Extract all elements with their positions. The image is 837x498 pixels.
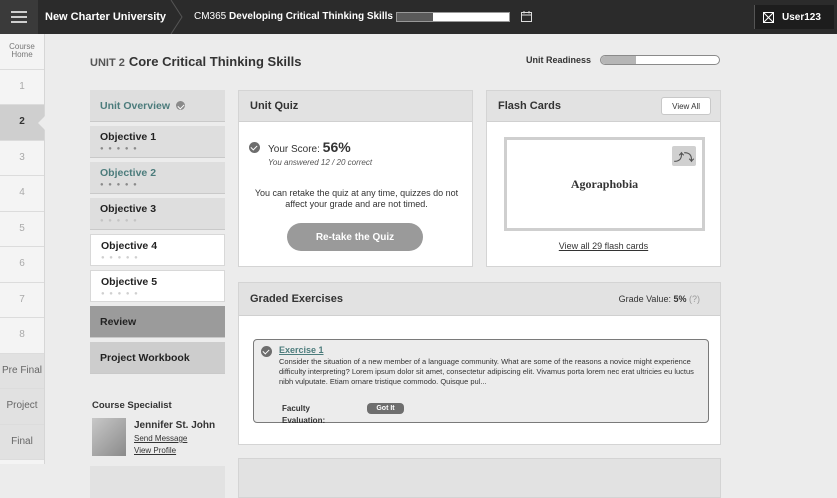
nav-item-6[interactable]: 6 (0, 247, 44, 283)
unit-navigation: Course Home 1 2 3 4 5 6 7 8 Pre Final Project Final (0, 34, 45, 464)
flash-cards-panel: Flash Cards View All Agoraphobia ⤴⤵ View… (486, 90, 721, 267)
retake-quiz-button[interactable]: Re-take the Quiz (287, 223, 423, 251)
objective-item-1[interactable]: Objective 1 ● ● ● ● ● (90, 126, 225, 158)
objective-item-3[interactable]: Objective 3 ● ● ● ● ● (90, 198, 225, 230)
user-icon (763, 11, 774, 23)
objective-item-2[interactable]: Objective 2 ● ● ● ● ● (90, 162, 225, 194)
view-all-flash-cards-link[interactable]: View all 29 flash cards (487, 241, 720, 251)
flash-card[interactable]: Agoraphobia ⤴⤵ (504, 137, 705, 231)
breadcrumb-separator-icon (170, 0, 183, 34)
university-name[interactable]: New Charter University (45, 11, 166, 23)
objective-label: Objective 5 (101, 276, 158, 288)
objective-label: Objective 3 (100, 203, 157, 215)
nav-item-final[interactable]: Final (0, 424, 44, 460)
nav-item-2[interactable]: 2 (0, 105, 45, 141)
nav-item-7[interactable]: 7 (0, 283, 44, 318)
unit-overview-label: Unit Overview (100, 99, 171, 112)
view-profile-link[interactable]: View Profile (134, 446, 176, 455)
nav-item-pre-final[interactable]: Pre Final (0, 353, 44, 389)
course-code: CM365 (194, 11, 227, 22)
project-workbook-label: Project Workbook (100, 351, 190, 364)
course-name: Developing Critical Thinking Skills (229, 11, 393, 22)
nav-item-course-home[interactable]: Course Home (0, 34, 44, 70)
objective-label: Objective 1 (100, 131, 157, 143)
menu-icon[interactable] (0, 0, 38, 34)
calendar-icon[interactable] (521, 11, 532, 22)
grade-value-label: Grade Value: (618, 294, 671, 304)
objective-progress-dots: ● ● ● ● ● (100, 146, 139, 152)
got-it-button[interactable]: Got It (367, 403, 404, 414)
check-icon (249, 142, 260, 153)
objective-progress-dots: ● ● ● ● ● (101, 255, 140, 261)
unit-label: UNIT 2 (90, 57, 125, 69)
send-message-link[interactable]: Send Message (134, 434, 187, 443)
objective-label: Objective 2 (100, 167, 157, 179)
unit-overview-item[interactable]: Unit Overview (90, 90, 225, 122)
nav-item-4[interactable]: 4 (0, 176, 44, 212)
unit-quiz-panel: Unit Quiz Your Score: 56% You answered 1… (238, 90, 473, 267)
check-icon (261, 346, 272, 357)
unit-quiz-title: Unit Quiz (239, 91, 472, 122)
answered-count: You answered 12 / 20 correct (268, 158, 373, 167)
score-row: Your Score: 56% You answered 12 / 20 cor… (249, 139, 372, 167)
flip-card-icon[interactable]: ⤴⤵ (672, 146, 696, 166)
nav-item-project[interactable]: Project (0, 389, 44, 425)
course-title[interactable]: CM365 Developing Critical Thinking Skill… (194, 11, 393, 22)
score-label: Your Score: (268, 144, 320, 155)
nav-item-8[interactable]: 8 (0, 318, 44, 354)
course-progress-bar (396, 12, 510, 22)
view-all-button[interactable]: View All (661, 97, 711, 115)
evaluation-label: Evaluation: (282, 416, 326, 425)
objective-progress-dots: ● ● ● ● ● (100, 218, 139, 224)
objective-progress-dots: ● ● ● ● ● (100, 182, 139, 188)
nav-item-5[interactable]: 5 (0, 212, 44, 247)
unit-readiness-fill (601, 56, 637, 64)
grade-value: Grade Value: 5% (?) (619, 294, 700, 304)
review-label: Review (100, 315, 137, 328)
unit-readiness-bar (600, 55, 720, 65)
exercise-text: Consider the situation of a new member o… (279, 357, 694, 386)
unit-readiness-label: Unit Readiness (526, 55, 592, 65)
course-specialist-title: Course Specialist (92, 400, 172, 411)
grade-value-number: 5% (673, 294, 687, 304)
project-workbook-item[interactable]: Project Workbook (90, 342, 225, 374)
nav-item-1[interactable]: 1 (0, 70, 44, 105)
objective-item-5[interactable]: Objective 5 ● ● ● ● ● (90, 270, 225, 302)
next-panel-partial (238, 458, 721, 498)
avatar (92, 418, 126, 456)
graded-exercises-panel: Graded Exercises Grade Value: 5% (?) Exe… (238, 282, 721, 445)
faculty-label: Faculty (282, 404, 311, 413)
page-title: UNIT 2 Core Critical Thinking Skills (90, 54, 302, 69)
user-menu[interactable]: User123 (754, 5, 834, 29)
review-item[interactable]: Review (90, 306, 225, 338)
check-icon (176, 101, 186, 110)
objective-item-4[interactable]: Objective 4 ● ● ● ● ● (90, 234, 225, 266)
flash-card-word: Agoraphobia (570, 176, 639, 191)
specialist-panel-partial (90, 466, 225, 498)
username: User123 (782, 11, 821, 23)
objective-progress-dots: ● ● ● ● ● (101, 291, 140, 297)
exercise-card: Exercise 1 Consider the situation of a n… (253, 339, 709, 425)
unit-title: Core Critical Thinking Skills (128, 54, 302, 69)
help-icon[interactable]: (?) (689, 294, 700, 304)
top-bar: New Charter University CM365 Developing … (0, 0, 837, 34)
retake-note: You can retake the quiz at any time, qui… (254, 188, 459, 210)
course-progress-fill (397, 13, 433, 21)
objective-label: Objective 4 (101, 240, 158, 252)
specialist-name: Jennifer St. John (134, 420, 216, 431)
nav-item-3[interactable]: 3 (0, 141, 44, 176)
exercise-title-link[interactable]: Exercise 1 (279, 345, 324, 355)
score-value: 56% (322, 139, 351, 155)
